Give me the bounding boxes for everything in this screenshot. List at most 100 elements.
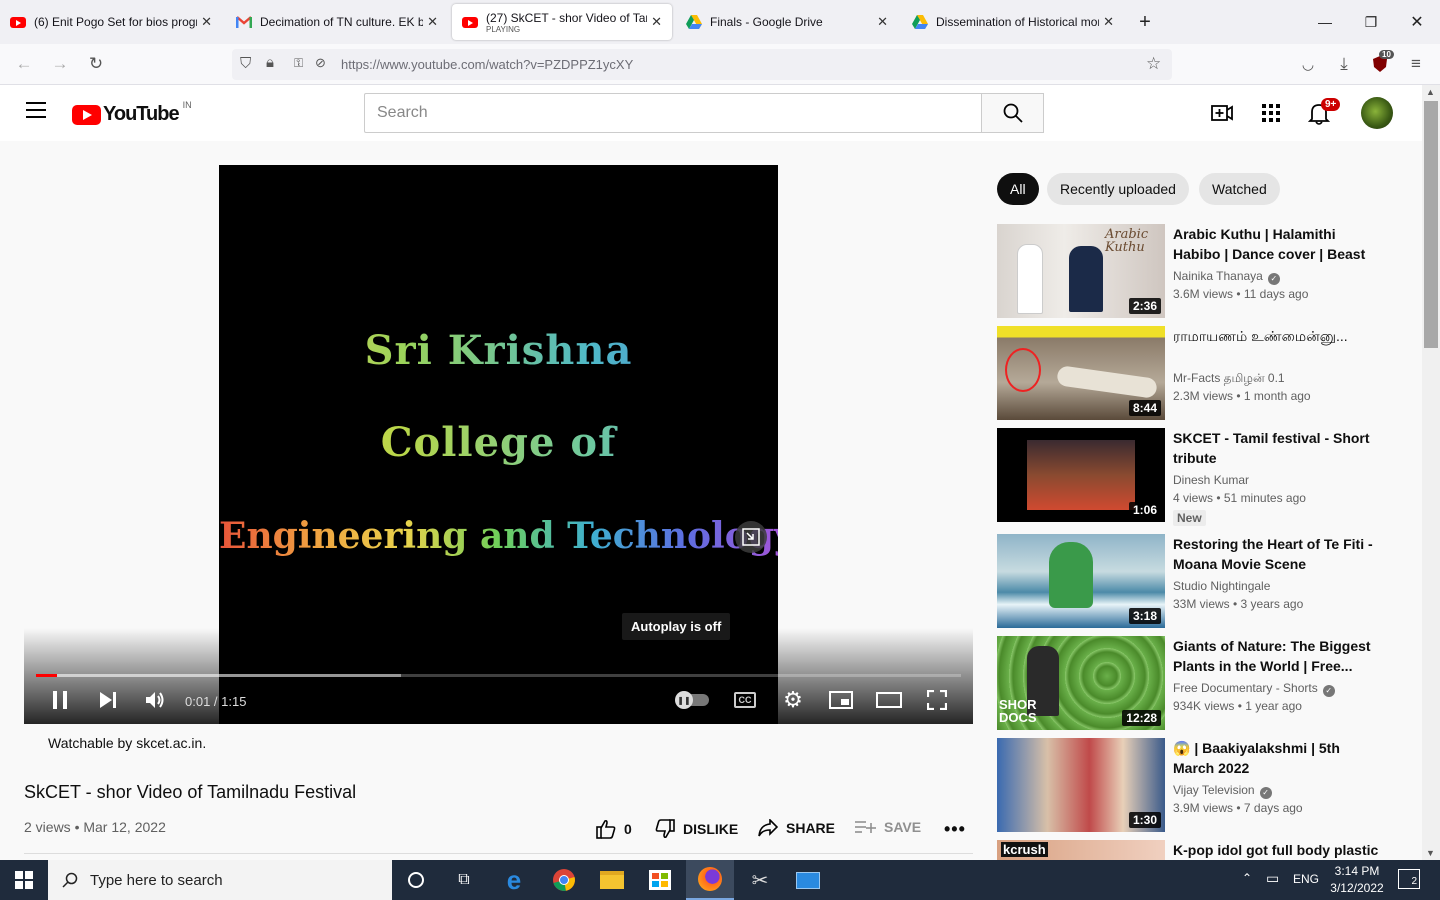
downloads-icon[interactable]: ⤓ bbox=[1332, 52, 1356, 76]
chip-watched[interactable]: Watched bbox=[1199, 173, 1280, 205]
new-tab-button[interactable]: + bbox=[1122, 0, 1168, 44]
close-tab-icon[interactable]: ✕ bbox=[1103, 14, 1114, 30]
search-input[interactable] bbox=[364, 93, 981, 133]
show-hidden-icons-icon[interactable]: ⌃ bbox=[1242, 871, 1252, 885]
video-thumbnail[interactable]: 1:30 bbox=[997, 738, 1165, 832]
video-thumbnail[interactable]: kcrush bbox=[997, 840, 1165, 860]
miniplayer-expand-icon[interactable] bbox=[735, 521, 767, 553]
close-tab-icon[interactable]: ✕ bbox=[201, 14, 212, 30]
url-text[interactable]: https://www.youtube.com/watch?v=PZDPPZ1y… bbox=[341, 57, 633, 72]
input-language[interactable]: ENG bbox=[1293, 872, 1319, 886]
more-actions-icon[interactable]: ••• bbox=[944, 819, 966, 840]
autoplay-blocked-icon[interactable]: ⊘ bbox=[315, 55, 326, 71]
channel-name[interactable]: Free Documentary - Shorts ✓ bbox=[1173, 681, 1335, 697]
channel-name[interactable]: Vijay Television ✓ bbox=[1173, 783, 1272, 799]
suggestion-title[interactable]: K-pop idol got full body plastic bbox=[1173, 840, 1383, 860]
page-scrollbar[interactable]: ▲ ▼ bbox=[1422, 85, 1440, 860]
network-icon[interactable]: ▭ bbox=[1266, 870, 1279, 887]
bookmark-star-icon[interactable]: ☆ bbox=[1146, 54, 1161, 74]
suggestion-title[interactable]: ராமாயணம் உண்மைன்னு... bbox=[1173, 326, 1383, 346]
progress-bar[interactable] bbox=[36, 674, 961, 677]
next-button[interactable] bbox=[96, 687, 120, 713]
edge-icon[interactable]: e bbox=[490, 860, 538, 900]
suggestion-title[interactable]: 😱 | Baakiyalakshmi | 5th March 2022 bbox=[1173, 738, 1383, 778]
browser-tab[interactable]: Finals - Google Drive ✕ bbox=[676, 0, 898, 44]
system-clock[interactable]: 3:14 PM 3/12/2022 bbox=[1322, 863, 1392, 897]
guide-menu-icon[interactable] bbox=[26, 102, 46, 118]
browser-tab[interactable]: Dissemination of Historical mor ✕ bbox=[902, 0, 1124, 44]
suggestion-title[interactable]: Restoring the Heart of Te Fiti - Moana M… bbox=[1173, 534, 1383, 574]
channel-name[interactable]: Mr-Facts தமிழன் 0.1 bbox=[1173, 371, 1285, 387]
volume-button[interactable] bbox=[142, 687, 168, 713]
minimize-button[interactable]: — bbox=[1302, 0, 1348, 44]
notifications-bell-icon[interactable]: 9+ bbox=[1307, 98, 1341, 130]
forward-button[interactable]: → bbox=[48, 52, 72, 76]
url-bar[interactable]: ⛉ 🔒︎ ⚿ ⊘ https://www.youtube.com/watch?v… bbox=[232, 49, 1172, 80]
miniplayer-button[interactable] bbox=[828, 687, 854, 713]
close-tab-icon[interactable]: ✕ bbox=[427, 14, 438, 30]
lock-icon[interactable]: 🔒︎ bbox=[266, 54, 274, 71]
browser-tab[interactable]: Decimation of TN culture. EK ba ✕ bbox=[226, 0, 448, 44]
youtube-logo[interactable]: YouTube IN bbox=[72, 100, 192, 126]
suggestion-title[interactable]: Giants of Nature: The Biggest Plants in … bbox=[1173, 636, 1383, 676]
reload-button[interactable]: ↻ bbox=[84, 52, 108, 76]
cortana-icon[interactable] bbox=[392, 860, 440, 900]
store-icon[interactable] bbox=[636, 860, 684, 900]
dislike-button[interactable]: DISLIKE bbox=[655, 819, 738, 839]
suggestion-title[interactable]: SKCET - Tamil festival - Short tribute bbox=[1173, 428, 1383, 468]
fullscreen-button[interactable] bbox=[924, 687, 950, 713]
like-button[interactable]: 0 bbox=[596, 819, 632, 839]
channel-name[interactable]: Dinesh Kumar bbox=[1173, 473, 1249, 487]
suggestion-title[interactable]: Arabic Kuthu | Halamithi Habibo | Dance … bbox=[1173, 224, 1383, 264]
scroll-down-icon[interactable]: ▼ bbox=[1426, 848, 1435, 858]
video-thumbnail[interactable]: 3:18 bbox=[997, 534, 1165, 628]
action-center-icon[interactable]: 2 bbox=[1398, 869, 1420, 889]
scroll-up-icon[interactable]: ▲ bbox=[1426, 87, 1435, 97]
close-tab-icon[interactable]: ✕ bbox=[877, 14, 888, 30]
shield-icon[interactable]: ⛉ bbox=[240, 55, 251, 72]
video-thumbnail[interactable]: 8:44 bbox=[997, 326, 1165, 420]
video-player[interactable]: Sri Krishna College of Engineering and T… bbox=[24, 165, 973, 724]
suggested-video[interactable]: 3:18 Restoring the Heart of Te Fiti - Mo… bbox=[997, 534, 1397, 628]
theater-mode-button[interactable] bbox=[876, 687, 902, 713]
snipping-tool-icon[interactable]: ✂ bbox=[736, 860, 784, 900]
maximize-button[interactable]: ❐ bbox=[1348, 0, 1394, 44]
menu-hamburger-icon[interactable]: ≡ bbox=[1404, 52, 1428, 76]
settings-gear-icon[interactable]: ⚙ bbox=[780, 687, 806, 713]
back-button[interactable]: ← bbox=[12, 52, 36, 76]
task-view-icon[interactable]: ⧉ bbox=[440, 860, 488, 900]
video-thumbnail[interactable]: Arabic Kuthu 2:36 bbox=[997, 224, 1165, 318]
avatar[interactable] bbox=[1361, 97, 1393, 129]
mail-icon[interactable] bbox=[784, 860, 832, 900]
autoplay-toggle[interactable]: ❚❚ bbox=[675, 687, 710, 713]
browser-tab-active[interactable]: (27) SkCET - shor Video of Tamil PLAYING… bbox=[452, 4, 672, 40]
start-button[interactable] bbox=[0, 860, 48, 900]
ublock-extension-icon[interactable]: 10 bbox=[1368, 50, 1394, 76]
suggested-video[interactable]: 1:06 SKCET - Tamil festival - Short trib… bbox=[997, 428, 1397, 526]
apps-grid-icon[interactable] bbox=[1262, 104, 1280, 127]
create-video-icon[interactable] bbox=[1210, 102, 1234, 129]
suggested-video[interactable]: Arabic Kuthu 2:36 Arabic Kuthu | Halamith… bbox=[997, 224, 1397, 318]
subtitles-button[interactable]: CC bbox=[732, 687, 758, 713]
video-thumbnail[interactable]: 1:06 bbox=[997, 428, 1165, 522]
share-button[interactable]: SHARE bbox=[758, 819, 835, 837]
file-explorer-icon[interactable] bbox=[588, 860, 636, 900]
close-tab-icon[interactable]: ✕ bbox=[651, 14, 662, 30]
pause-button[interactable] bbox=[48, 687, 72, 713]
scrollbar-thumb[interactable] bbox=[1424, 101, 1438, 348]
taskbar-search[interactable]: Type here to search bbox=[48, 860, 392, 900]
save-button[interactable]: SAVE bbox=[854, 819, 921, 835]
search-button[interactable] bbox=[981, 93, 1044, 133]
channel-name[interactable]: Nainika Thanaya ✓ bbox=[1173, 269, 1280, 285]
suggested-video[interactable]: SHOR DOCS 12:28 Giants of Nature: The Big… bbox=[997, 636, 1397, 730]
chrome-icon[interactable] bbox=[540, 860, 588, 900]
channel-name[interactable]: Studio Nightingale bbox=[1173, 579, 1270, 593]
suggested-video[interactable]: 1:30 😱 | Baakiyalakshmi | 5th March 2022… bbox=[997, 738, 1397, 832]
suggested-video[interactable]: kcrush K-pop idol got full body plastic bbox=[997, 840, 1397, 860]
video-thumbnail[interactable]: SHOR DOCS 12:28 bbox=[997, 636, 1165, 730]
close-window-button[interactable]: ✕ bbox=[1394, 0, 1440, 44]
browser-tab[interactable]: (6) Enit Pogo Set for bios progra ✕ bbox=[0, 0, 222, 44]
firefox-icon[interactable] bbox=[686, 860, 734, 900]
permissions-icon[interactable]: ⚿ bbox=[294, 56, 303, 71]
pocket-icon[interactable]: ◡ bbox=[1296, 52, 1320, 76]
